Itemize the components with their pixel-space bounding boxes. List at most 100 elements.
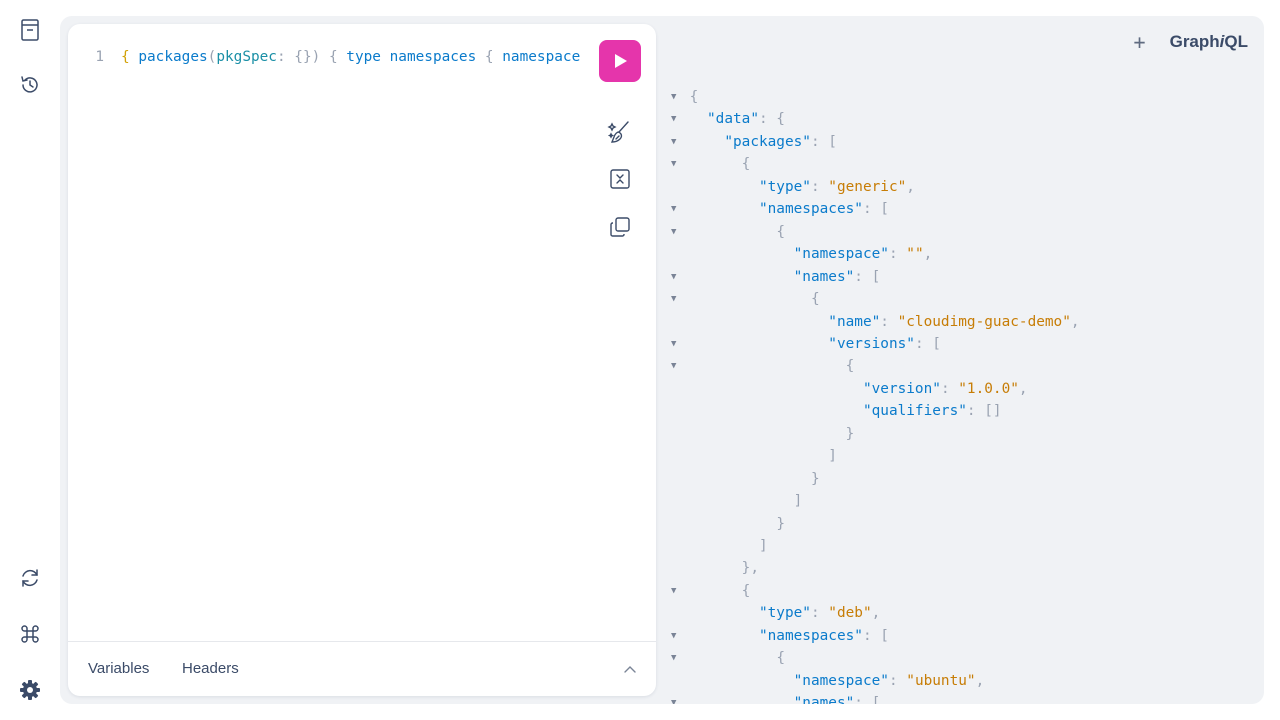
refresh-icon xyxy=(22,569,38,587)
settings-button[interactable] xyxy=(16,676,44,704)
json-key: "type" xyxy=(758,178,811,195)
shortcuts-button[interactable] xyxy=(16,620,44,648)
json-punctuation: : [ xyxy=(862,627,889,644)
json-punctuation: : xyxy=(810,605,829,622)
refetch-schema-button[interactable] xyxy=(16,564,44,592)
json-punctuation: , xyxy=(975,672,985,689)
fold-arrow-icon[interactable]: ▼ xyxy=(671,266,681,288)
result-line: ▼ "names": [ xyxy=(668,266,1264,288)
fold-arrow-icon[interactable]: ▼ xyxy=(671,692,681,704)
result-line: ▼ { xyxy=(668,288,1264,310)
json-string: "generic" xyxy=(828,178,907,195)
json-punctuation: , xyxy=(871,605,881,622)
json-key: "namespaces" xyxy=(758,201,863,218)
json-punctuation: , xyxy=(1018,380,1028,397)
prettify-button[interactable] xyxy=(606,118,634,146)
copy-icon xyxy=(610,217,630,237)
fold-arrow-icon[interactable]: ▼ xyxy=(671,221,681,243)
fold-arrow-icon[interactable]: ▼ xyxy=(671,86,681,108)
json-punctuation: : xyxy=(880,313,898,330)
fold-arrow-icon[interactable]: ▼ xyxy=(671,153,681,175)
fold-arrow-icon[interactable]: ▼ xyxy=(671,131,681,153)
fold-arrow-icon[interactable]: ▼ xyxy=(671,625,681,647)
execute-query-button[interactable] xyxy=(599,40,641,82)
json-string: "" xyxy=(906,246,924,263)
json-string: "deb" xyxy=(828,605,872,622)
json-punctuation: } xyxy=(776,515,785,532)
result-line: ▼ "versions": [ xyxy=(668,333,1264,355)
code-line: 1 { packages(pkgSpec: {}) { type namespac… xyxy=(68,46,588,68)
json-string: "ubuntu" xyxy=(906,672,976,689)
json-key: "names" xyxy=(793,268,855,285)
json-key: "data" xyxy=(707,111,759,128)
query-token: packages xyxy=(138,49,208,65)
json-punctuation: : [ xyxy=(854,268,881,285)
result-line: ▼ "packages": [ xyxy=(668,131,1264,153)
tab-variables[interactable]: Variables xyxy=(88,642,149,696)
result-line: "namespace": "", xyxy=(668,243,1264,265)
result-line: } xyxy=(668,513,1264,535)
result-line: ▼ "names": [ xyxy=(668,692,1264,704)
result-line: ] xyxy=(668,445,1264,467)
copy-query-button[interactable] xyxy=(606,213,634,241)
json-punctuation: { xyxy=(776,223,785,240)
result-line: ▼ "namespaces": [ xyxy=(668,625,1264,647)
result-line: ▼ { xyxy=(668,86,1264,108)
json-key: "names" xyxy=(793,695,855,704)
add-tab-button[interactable]: + xyxy=(1134,30,1146,54)
merge-fragments-button[interactable] xyxy=(606,165,634,193)
graphiql-logo: GraphiQL xyxy=(1170,32,1248,52)
json-punctuation: ] xyxy=(758,538,768,554)
fold-arrow-icon[interactable]: ▼ xyxy=(671,580,681,602)
chevron-up-icon[interactable] xyxy=(622,662,638,678)
tab-headers[interactable]: Headers xyxy=(182,642,239,696)
docs-button[interactable] xyxy=(16,16,44,44)
json-key: "type" xyxy=(758,605,811,622)
query-token xyxy=(381,49,390,65)
fold-arrow-icon[interactable]: ▼ xyxy=(671,355,681,377)
json-punctuation: , xyxy=(923,246,933,263)
json-punctuation: : xyxy=(810,178,829,195)
fold-arrow-icon[interactable]: ▼ xyxy=(671,288,681,310)
json-punctuation: : xyxy=(888,246,907,263)
json-key: "packages" xyxy=(724,133,811,150)
fold-arrow-icon[interactable]: ▼ xyxy=(671,108,681,130)
json-punctuation: : xyxy=(888,672,907,689)
query-token: namespace xyxy=(502,49,581,65)
query-token: namespaces xyxy=(389,49,477,65)
result-line: "type": "generic", xyxy=(668,176,1264,198)
fold-arrow-icon[interactable]: ▼ xyxy=(671,333,681,355)
json-key: "qualifiers" xyxy=(862,403,967,420)
fold-arrow-icon[interactable]: ▼ xyxy=(671,647,681,669)
json-punctuation: ] xyxy=(793,493,803,510)
json-punctuation: : [ xyxy=(914,335,941,352)
json-key: "namespace" xyxy=(793,246,889,263)
json-punctuation: ] xyxy=(828,448,837,465)
result-line: ▼ { xyxy=(668,221,1264,243)
history-button[interactable] xyxy=(16,71,44,99)
fold-arrow-icon[interactable]: ▼ xyxy=(671,198,681,220)
result-viewer[interactable]: + GraphiQL ▼ {▼ "data": {▼ "packages": [… xyxy=(668,16,1264,704)
result-line: ▼ { xyxy=(668,153,1264,175)
graphiql-main: 1 { packages(pkgSpec: {}) { type namespac… xyxy=(60,16,1264,704)
docs-icon xyxy=(21,19,39,41)
query-editor[interactable]: 1 { packages(pkgSpec: {}) { type namespac… xyxy=(68,24,588,646)
